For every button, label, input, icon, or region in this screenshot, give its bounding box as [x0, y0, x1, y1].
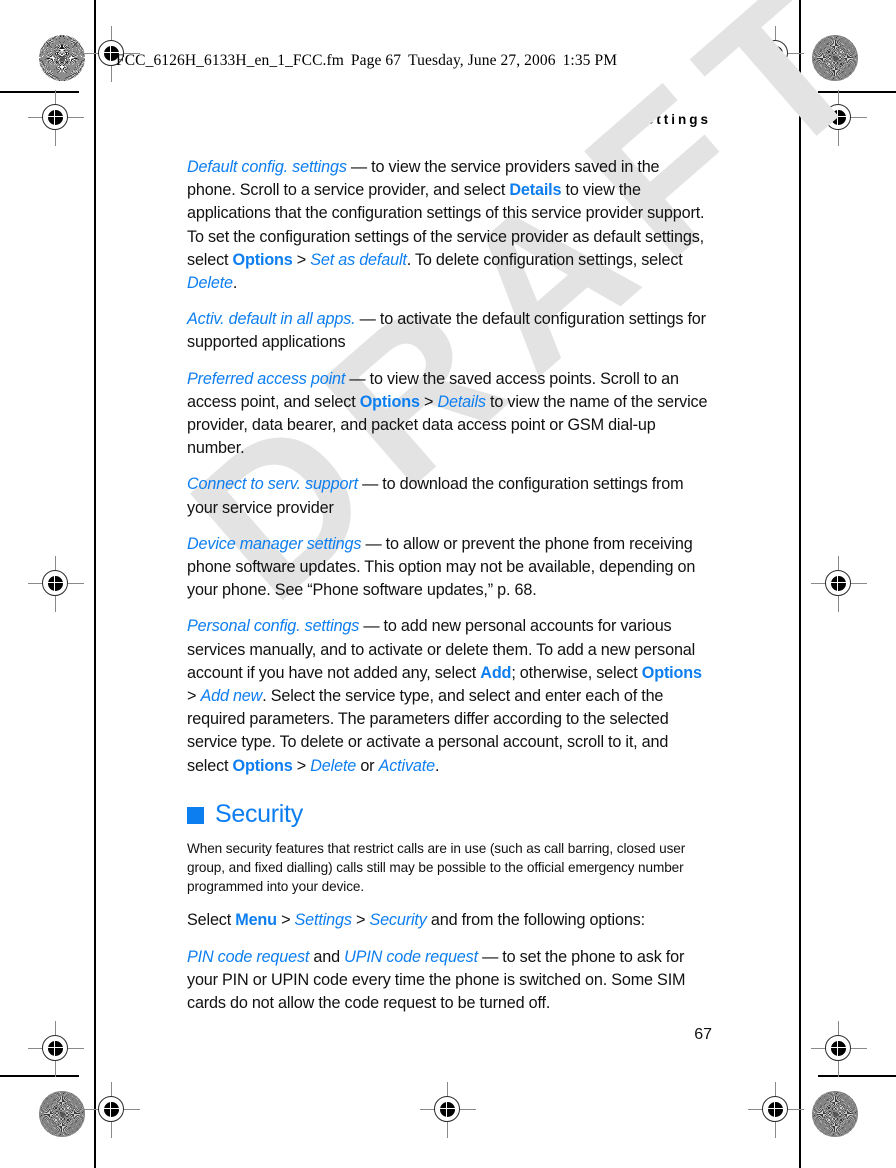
setting-name: Device manager settings: [187, 534, 362, 553]
paragraph-security-warning: When security features that restrict cal…: [187, 840, 686, 895]
paragraph-personal-config-settings: Personal config. settings — to add new p…: [187, 617, 702, 775]
section-paragraph-list: When security features that restrict cal…: [187, 839, 712, 1015]
registration-mark-bottom-right-outer: [811, 1021, 867, 1077]
filmstrip-page-label: Page 67: [350, 52, 402, 69]
setting-name: PIN code request: [187, 947, 310, 966]
trim-line-left: [94, 0, 96, 1168]
ui-label: Options: [641, 663, 702, 682]
paragraph-preferred-access-point: Preferred access point — to view the sav…: [187, 369, 708, 458]
starburst-core: [59, 55, 65, 61]
setting-name: Default config. settings: [187, 158, 347, 176]
document-page: FCC_6126H_6133H_en_1_FCC.fm Page 67 Tuesda…: [0, 0, 896, 1168]
regmark-center-dot: [828, 107, 849, 128]
setting-name: Personal config. settings: [187, 617, 360, 636]
text-column: Default config. settings — to view the s…: [187, 156, 712, 1028]
starburst-core: [832, 55, 838, 61]
setting-name: Connect to serv. support: [187, 475, 358, 494]
paragraph-list: Default config. settings — to view the s…: [187, 156, 712, 778]
paragraph-security-path: Select Menu > Settings > Security and fr…: [187, 911, 645, 930]
running-head: Settings: [633, 112, 711, 127]
square-bullet-icon: [187, 806, 204, 824]
page-number: 67: [694, 1026, 712, 1043]
starburst-target-top-left: [39, 35, 85, 81]
setting-name: Settings: [294, 911, 352, 930]
ui-label: Options: [232, 250, 293, 269]
starburst-core: [832, 1111, 838, 1117]
ui-label: Options: [359, 392, 420, 411]
filmstrip-filename: FCC_6126H_6133H_en_1_FCC.fm: [116, 52, 344, 69]
setting-name: Details: [437, 392, 486, 411]
registration-mark-bottom-left-outer: [28, 1021, 84, 1077]
trim-line-right: [799, 0, 801, 1168]
ui-label: Add: [480, 663, 512, 682]
regmark-center-dot: [45, 1038, 66, 1059]
registration-mark-bottom-left-inner: [84, 1082, 140, 1138]
setting-name: Delete: [187, 274, 233, 293]
setting-name: UPIN code request: [344, 947, 478, 966]
paragraph-default-config-settings: Default config. settings — to view the s…: [187, 158, 705, 293]
starburst-target-bottom-left: [39, 1091, 85, 1137]
paragraph-device-manager-settings: Device manager settings — to allow or pr…: [187, 534, 696, 600]
regmark-center-dot: [828, 573, 849, 594]
ui-label: Details: [509, 181, 562, 200]
registration-mark-bottom-center: [420, 1082, 476, 1138]
starburst-target-bottom-right: [812, 1091, 858, 1137]
filmstrip-date: Tuesday, June 27, 2006: [408, 52, 556, 69]
setting-name: Delete: [310, 756, 357, 775]
registration-mark-top-right-inner: [748, 26, 804, 82]
setting-name: Set as default: [310, 250, 407, 269]
ui-label: Options: [232, 756, 293, 775]
regmark-center-dot: [828, 1038, 849, 1059]
section-heading-security: Security: [187, 800, 712, 829]
paragraph-activ-default-in-all-apps: Activ. default in all apps. — to activat…: [187, 310, 706, 352]
filmstrip-info-line: FCC_6126H_6133H_en_1_FCC.fm Page 67 Tuesda…: [116, 52, 617, 70]
registration-mark-middle-left: [28, 556, 84, 612]
setting-name: Add new: [200, 687, 263, 706]
setting-name: Security: [369, 911, 427, 930]
regmark-center-dot: [765, 1099, 786, 1120]
regmark-center-dot: [437, 1099, 458, 1120]
paragraph-pin-code-request: PIN code request and UPIN code request —…: [187, 947, 686, 1013]
registration-mark-bottom-right-inner: [748, 1082, 804, 1138]
setting-name: Activate: [378, 756, 436, 775]
paragraph-connect-to-serv-support: Connect to serv. support — to download t…: [187, 475, 684, 517]
starburst-target-top-right: [812, 35, 858, 81]
starburst-core: [59, 1111, 65, 1117]
registration-mark-top-left-outer: [28, 90, 84, 146]
setting-name: Preferred access point: [187, 369, 346, 388]
registration-mark-middle-right: [811, 556, 867, 612]
regmark-center-dot: [45, 107, 66, 128]
ui-label: Menu: [235, 911, 277, 930]
regmark-center-dot: [765, 43, 786, 64]
regmark-center-dot: [45, 573, 66, 594]
filmstrip-time: 1:35 PM: [562, 52, 618, 69]
registration-mark-top-right-outer: [811, 90, 867, 146]
setting-name: Activ. default in all apps.: [187, 310, 356, 329]
section-heading-label: Security: [215, 799, 303, 828]
regmark-center-dot: [101, 1099, 122, 1120]
